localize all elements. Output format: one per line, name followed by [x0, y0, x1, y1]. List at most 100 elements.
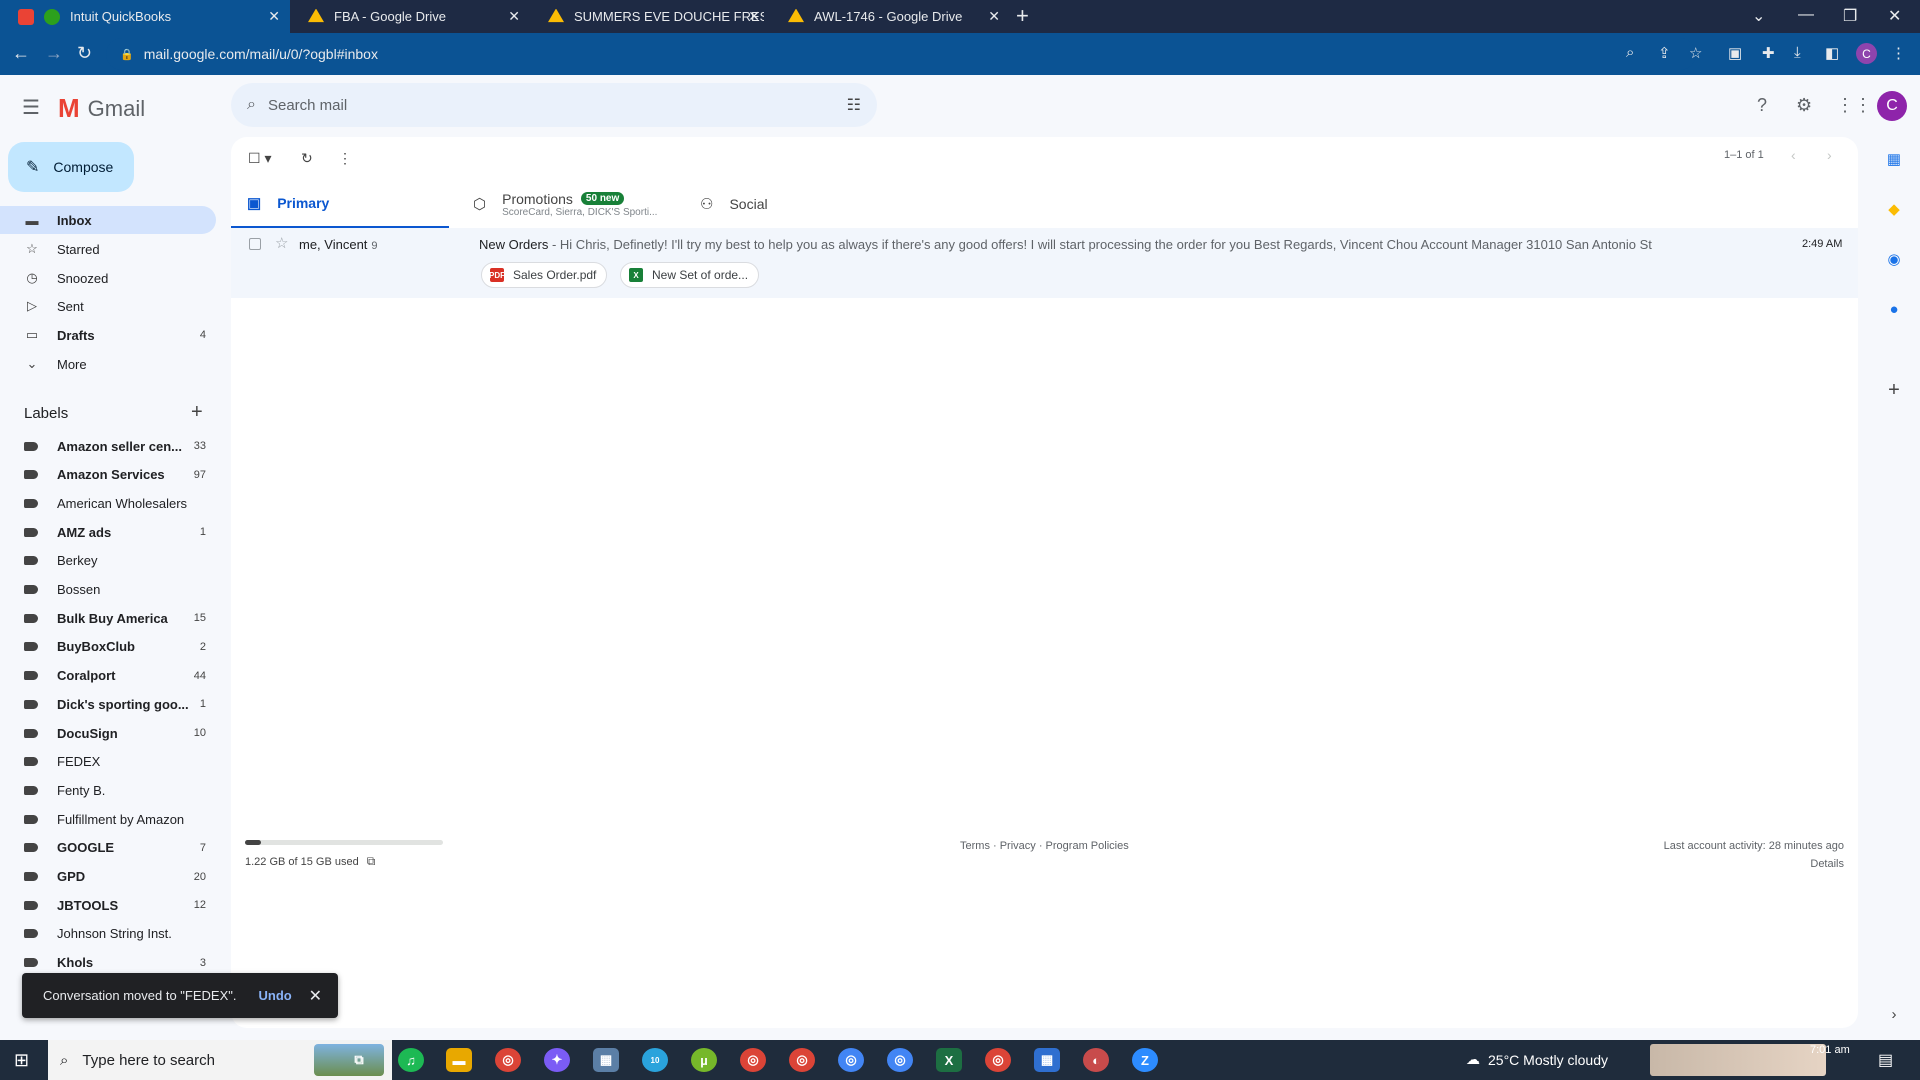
- select-all-checkbox[interactable]: ☐ ▾: [248, 150, 271, 167]
- app-icon[interactable]: ◐: [1083, 1048, 1109, 1072]
- tab-promotions[interactable]: ⬡ Promotions 50 new ScoreCard, Sierra, D…: [473, 179, 673, 229]
- label-item[interactable]: Fenty B.: [0, 776, 216, 804]
- calendar-icon[interactable]: ▦: [1884, 149, 1904, 169]
- label-item[interactable]: FEDEX: [0, 748, 216, 776]
- tab-search-icon[interactable]: ⌄: [1752, 6, 1765, 26]
- activity-details-link[interactable]: Details: [1810, 858, 1844, 870]
- label-item[interactable]: Bulk Buy America 15: [0, 604, 216, 632]
- chrome-profile-h-icon[interactable]: ◎: [985, 1048, 1011, 1072]
- excel-app-icon[interactable]: X: [936, 1048, 962, 1072]
- reload-icon[interactable]: ↻: [77, 43, 92, 64]
- label-item[interactable]: BuyBoxClub 2: [0, 633, 216, 661]
- browser-profile-avatar[interactable]: C: [1856, 43, 1877, 64]
- restore-icon[interactable]: ❐: [1843, 6, 1857, 26]
- download-icon[interactable]: ⤓: [1794, 44, 1801, 61]
- row-checkbox[interactable]: [249, 238, 261, 250]
- label-item[interactable]: Coralport 44: [0, 662, 216, 690]
- footer-links[interactable]: Terms · Privacy · Program Policies: [960, 840, 1129, 852]
- label-item[interactable]: Johnson String Inst.: [0, 920, 216, 948]
- sidebar-item-more[interactable]: ⌄ More: [0, 350, 216, 378]
- undo-button[interactable]: Undo: [258, 988, 291, 1003]
- sidebar-item-sent[interactable]: ▷ Sent: [0, 292, 216, 320]
- close-icon[interactable]: ✕: [309, 986, 322, 1006]
- attachment-chip-pdf[interactable]: PDF Sales Order.pdf: [481, 262, 608, 288]
- attachment-chip-excel[interactable]: X New Set of orde...: [620, 262, 760, 288]
- label-item[interactable]: Amazon seller cen... 33: [0, 432, 216, 460]
- browser-tab-summers-eve[interactable]: SUMMERS EVE DOUCHE FRESH 3 ✕: [530, 0, 770, 33]
- keep-icon[interactable]: ◆: [1884, 199, 1904, 219]
- messenger-icon[interactable]: ✦: [544, 1048, 570, 1072]
- close-window-icon[interactable]: ✕: [1888, 6, 1901, 26]
- main-menu-icon[interactable]: ☰: [22, 95, 40, 120]
- forward-icon[interactable]: →: [45, 43, 63, 64]
- calendar-app-icon[interactable]: ▦: [1034, 1048, 1060, 1072]
- gmail-logo[interactable]: M Gmail: [58, 93, 145, 124]
- compose-button[interactable]: ✎ Compose: [8, 142, 134, 192]
- extensions-puzzle-icon[interactable]: ✚: [1762, 44, 1775, 62]
- sidebar-item-snoozed[interactable]: ◷ Snoozed: [0, 264, 216, 292]
- label-item[interactable]: Dick's sporting goo... 1: [0, 690, 216, 718]
- telegram-icon[interactable]: 10: [642, 1048, 668, 1072]
- create-label-button[interactable]: +: [191, 401, 203, 424]
- spotify-icon[interactable]: ♫: [398, 1048, 424, 1072]
- tab-primary[interactable]: ▣ Primary: [231, 179, 449, 229]
- label-item[interactable]: GOOGLE 7: [0, 834, 216, 862]
- task-view-icon[interactable]: ⧉: [346, 1048, 372, 1072]
- new-tab-button[interactable]: +: [1016, 3, 1029, 29]
- close-icon[interactable]: ✕: [988, 8, 1000, 25]
- help-icon[interactable]: ?: [1757, 95, 1767, 116]
- chrome-profile-i-icon[interactable]: ◎: [838, 1048, 864, 1072]
- close-icon[interactable]: ✕: [508, 8, 520, 25]
- get-addons-icon[interactable]: +: [1884, 379, 1904, 401]
- refresh-icon[interactable]: ↻: [301, 150, 313, 167]
- contacts-icon[interactable]: ●: [1884, 299, 1904, 319]
- search-input[interactable]: ⌕ Search mail ☷: [231, 83, 877, 127]
- star-icon[interactable]: ☆: [275, 234, 288, 252]
- weather-widget[interactable]: ☁ 25°C Mostly cloudy: [1466, 1051, 1608, 1068]
- hide-side-panel-icon[interactable]: ›: [1884, 1004, 1904, 1024]
- taskbar-search[interactable]: ⌕ Type here to search: [48, 1040, 392, 1080]
- notification-icon[interactable]: ▤: [1878, 1050, 1893, 1070]
- search-options-icon[interactable]: ☷: [847, 95, 861, 115]
- label-item[interactable]: Amazon Services 97: [0, 461, 216, 489]
- email-row[interactable]: ☆ me, Vincent 9 New Orders - Hi Chris, De…: [231, 228, 1858, 298]
- chrome-icon[interactable]: ◎: [495, 1048, 521, 1072]
- more-actions-icon[interactable]: ⋮: [338, 150, 352, 167]
- close-icon[interactable]: ✕: [268, 8, 280, 25]
- side-panel-icon[interactable]: ◧: [1825, 44, 1839, 62]
- sidebar-item-inbox[interactable]: ▬ Inbox: [0, 206, 216, 234]
- bookmark-star-icon[interactable]: ☆: [1689, 44, 1702, 62]
- file-explorer-icon[interactable]: ▬: [446, 1048, 472, 1072]
- chrome-profile-c-icon[interactable]: ◎: [789, 1048, 815, 1072]
- account-avatar[interactable]: C: [1877, 91, 1907, 121]
- older-page-icon[interactable]: ›: [1827, 147, 1832, 163]
- share-icon[interactable]: ⇪: [1658, 44, 1671, 62]
- label-item[interactable]: Fulfillment by Amazon: [0, 805, 216, 833]
- label-item[interactable]: Bossen: [0, 576, 216, 604]
- calculator-icon[interactable]: ▦: [593, 1048, 619, 1072]
- open-external-icon[interactable]: ⧉: [367, 854, 376, 869]
- newer-page-icon[interactable]: ‹: [1791, 147, 1796, 163]
- minimize-icon[interactable]: —: [1798, 6, 1814, 24]
- zoom-app-icon[interactable]: Z: [1132, 1048, 1158, 1072]
- utorrent-icon[interactable]: µ: [691, 1048, 717, 1072]
- browser-tab-fba-drive[interactable]: FBA - Google Drive ✕: [290, 0, 530, 33]
- zoom-icon[interactable]: ⌕: [1626, 44, 1634, 61]
- settings-gear-icon[interactable]: ⚙: [1796, 95, 1812, 116]
- search-icon[interactable]: ⌕: [247, 96, 256, 114]
- tasks-icon[interactable]: ◉: [1884, 249, 1904, 269]
- label-item[interactable]: AMZ ads 1: [0, 518, 216, 546]
- label-item[interactable]: JBTOOLS 12: [0, 891, 216, 919]
- windows-start-icon[interactable]: ⊞: [14, 1050, 29, 1071]
- browser-tab-awl-drive[interactable]: AWL-1746 - Google Drive ✕: [770, 0, 1010, 33]
- label-item[interactable]: American Wholesalers: [0, 489, 216, 517]
- close-icon[interactable]: ✕: [748, 8, 760, 25]
- label-item[interactable]: DocuSign 10: [0, 719, 216, 747]
- address-bar[interactable]: 🔒 mail.google.com/mail/u/0/?ogbl#inbox: [106, 38, 1696, 70]
- apps-grid-icon[interactable]: ⋮⋮: [1836, 95, 1872, 116]
- extension-off-icon[interactable]: ▣: [1728, 44, 1742, 62]
- label-item[interactable]: GPD 20: [0, 863, 216, 891]
- chrome-profile-s-icon[interactable]: ◎: [887, 1048, 913, 1072]
- sidebar-item-starred[interactable]: ☆ Starred: [0, 235, 216, 263]
- storage-usage[interactable]: 1.22 GB of 15 GB used ⧉: [245, 854, 375, 869]
